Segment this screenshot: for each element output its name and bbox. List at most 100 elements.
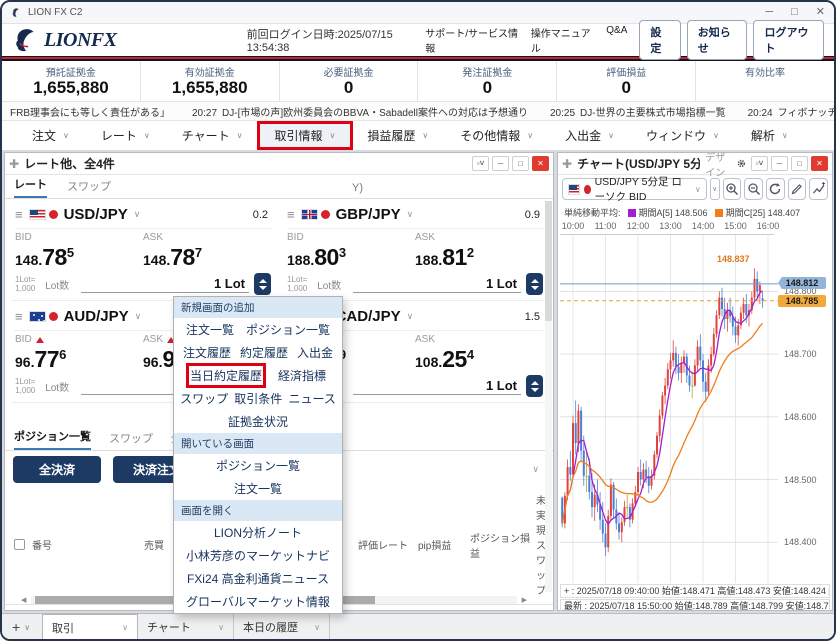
lot-stepper[interactable] — [526, 273, 543, 295]
positions-tab[interactable]: スワップ — [109, 430, 153, 450]
dropdown-item[interactable]: ポジション一覧 — [246, 321, 330, 338]
minimize-icon[interactable]: ─ — [492, 156, 509, 171]
news-item[interactable]: 20:24フィボナッチ (4) — [748, 104, 834, 119]
refresh-button[interactable] — [766, 178, 785, 200]
maximize-icon[interactable]: □ — [791, 7, 798, 18]
stepper-up-icon[interactable] — [531, 381, 539, 385]
lot-stepper[interactable] — [526, 375, 543, 397]
close-icon[interactable]: ✕ — [532, 156, 549, 171]
dropdown-item[interactable]: スワップ — [180, 390, 228, 407]
lot-input[interactable]: 1 Lot — [81, 276, 249, 293]
menu-item[interactable]: 解析∨ — [735, 123, 804, 148]
close-icon[interactable]: ✕ — [816, 7, 825, 18]
dropdown-item[interactable]: 経済指標 — [278, 367, 326, 384]
dropdown-item[interactable]: 注文一覧 — [186, 321, 234, 338]
dropdown-item[interactable]: 取引条件 — [234, 390, 282, 407]
rates-tab[interactable]: スワップ — [67, 178, 111, 198]
header-button[interactable]: 設定 — [639, 20, 680, 60]
news-item[interactable]: FRB理事会にも等しく責任がある」 — [10, 104, 170, 119]
scroll-right-icon[interactable]: ▶ — [522, 596, 527, 604]
add-tab-icon[interactable]: + — [12, 619, 20, 635]
stepper-up-icon[interactable] — [259, 279, 267, 283]
chevron-down-icon[interactable]: ∨ — [134, 209, 141, 220]
taskbar-tab[interactable]: 取引∨ — [42, 614, 138, 641]
trendline-button[interactable] — [809, 178, 828, 200]
positions-action-button[interactable]: 全決済 — [13, 456, 101, 483]
chevron-down-icon[interactable]: ∨ — [24, 623, 30, 632]
stepper-down-icon[interactable] — [531, 388, 539, 392]
header-link[interactable]: 操作マニュアル — [531, 25, 594, 55]
stepper-up-icon[interactable] — [531, 279, 539, 283]
chevron-down-icon[interactable]: ∨ — [407, 209, 414, 220]
dropdown-item[interactable]: 注文一覧 — [234, 480, 282, 497]
vertical-scrollbar[interactable] — [545, 201, 552, 592]
maximize-icon[interactable]: □ — [791, 156, 808, 171]
header-button[interactable]: ログアウト — [753, 20, 824, 60]
zoom-in-button[interactable] — [723, 178, 742, 200]
bid-quote-button[interactable]: BID96.776 — [15, 334, 143, 373]
bid-quote-button[interactable]: BID188.803 — [287, 232, 415, 271]
dropdown-item[interactable]: 注文履歴 — [183, 344, 231, 361]
dropdown-item[interactable]: 約定履歴 — [240, 344, 288, 361]
scroll-left-icon[interactable]: ◀ — [21, 596, 26, 604]
layout-icon[interactable]: ▫˅ — [751, 156, 768, 171]
ask-quote-button[interactable]: ASK108.254 — [415, 334, 543, 373]
chevron-down-icon[interactable]: ∨ — [135, 311, 142, 322]
gear-icon[interactable] — [737, 157, 746, 170]
menu-item[interactable]: 入出金∨ — [549, 123, 630, 148]
bid-quote-button[interactable]: BID148.785 — [15, 232, 143, 271]
lot-input[interactable]: 1 Lot — [353, 276, 521, 293]
dropdown-item[interactable]: 証拠金状況 — [228, 413, 288, 430]
menu-item[interactable]: チャート∨ — [166, 123, 259, 148]
ask-quote-button[interactable]: ASK148.787 — [143, 232, 271, 271]
minimize-icon[interactable]: ─ — [765, 7, 773, 18]
ask-quote-button[interactable]: ASK188.812 — [415, 232, 543, 271]
chart-canvas[interactable]: 148.837 — [560, 235, 778, 583]
menu-icon[interactable]: ≡ — [15, 207, 23, 222]
chevron-down-icon[interactable]: ∨ — [407, 311, 414, 322]
stepper-down-icon[interactable] — [259, 286, 267, 290]
header-button[interactable]: お知らせ — [687, 20, 748, 60]
symbol-options-button[interactable]: ∨ — [710, 178, 720, 200]
lot-stepper[interactable] — [254, 273, 271, 295]
dropdown-item[interactable]: LION分析ノート — [214, 524, 302, 541]
maximize-icon[interactable]: □ — [512, 156, 529, 171]
taskbar-tab[interactable]: チャート∨ — [138, 614, 234, 641]
select-all-checkbox[interactable] — [14, 539, 25, 550]
header-link[interactable]: Q&A — [606, 25, 627, 55]
draw-pencil-button[interactable] — [788, 178, 807, 200]
move-icon[interactable]: ✚ — [9, 157, 19, 171]
dropdown-item[interactable]: グローバルマーケット情報 — [186, 593, 330, 610]
dropdown-item[interactable]: ニュース — [288, 390, 335, 407]
menu-icon[interactable]: ≡ — [15, 309, 23, 324]
news-item[interactable]: 20:27DJ-[市場の声]欧州委員会のBBVA・Sabadell案件への対応は… — [192, 104, 528, 119]
menu-item[interactable]: レート∨ — [85, 123, 166, 148]
header-link[interactable]: サポート/サービス情報 — [425, 25, 519, 55]
menu-icon[interactable]: ≡ — [287, 207, 295, 222]
dropdown-item[interactable]: 当日約定履歴 — [190, 367, 262, 384]
lot-input[interactable]: 1 Lot — [353, 378, 521, 395]
dropdown-item[interactable]: FXi24 高金利通貨ニュース — [187, 570, 329, 587]
dropdown-item[interactable]: 入出金 — [297, 344, 333, 361]
rates-tab[interactable]: レート — [14, 176, 47, 198]
positions-tab[interactable]: ポジション一覧 — [14, 428, 91, 450]
scrollbar-thumb[interactable] — [545, 201, 552, 321]
taskbar-tab[interactable]: 本日の履歴∨ — [234, 614, 330, 641]
stepper-down-icon[interactable] — [531, 286, 539, 290]
menu-item[interactable]: 損益履歴∨ — [351, 123, 444, 148]
zoom-out-button[interactable] — [744, 178, 763, 200]
menu-item[interactable]: ウィンドウ∨ — [630, 123, 735, 148]
menu-item[interactable]: 取引情報∨ — [259, 123, 352, 148]
menu-item[interactable]: その他情報∨ — [444, 123, 549, 148]
chart-area[interactable]: 10:0011:0012:0013:0014:0015:0016:00 148.… — [560, 220, 830, 583]
news-item[interactable]: 20:25DJ-世界の主要株式市場指標一覧 — [550, 104, 726, 119]
layout-icon[interactable]: ▫˅ — [472, 156, 489, 171]
design-button[interactable]: デザイン — [705, 149, 732, 179]
dropdown-item[interactable]: ポジション一覧 — [216, 457, 300, 474]
minimize-icon[interactable]: ─ — [771, 156, 788, 171]
close-icon[interactable]: ✕ — [811, 156, 828, 171]
move-icon[interactable]: ✚ — [562, 157, 572, 171]
chart-symbol-select[interactable]: USD/JPY 5分足 ローソク BID ∨ — [562, 178, 707, 200]
menu-item[interactable]: 注文∨ — [16, 123, 85, 148]
dropdown-item[interactable]: 小林芳彦のマーケットナビ — [186, 547, 330, 564]
